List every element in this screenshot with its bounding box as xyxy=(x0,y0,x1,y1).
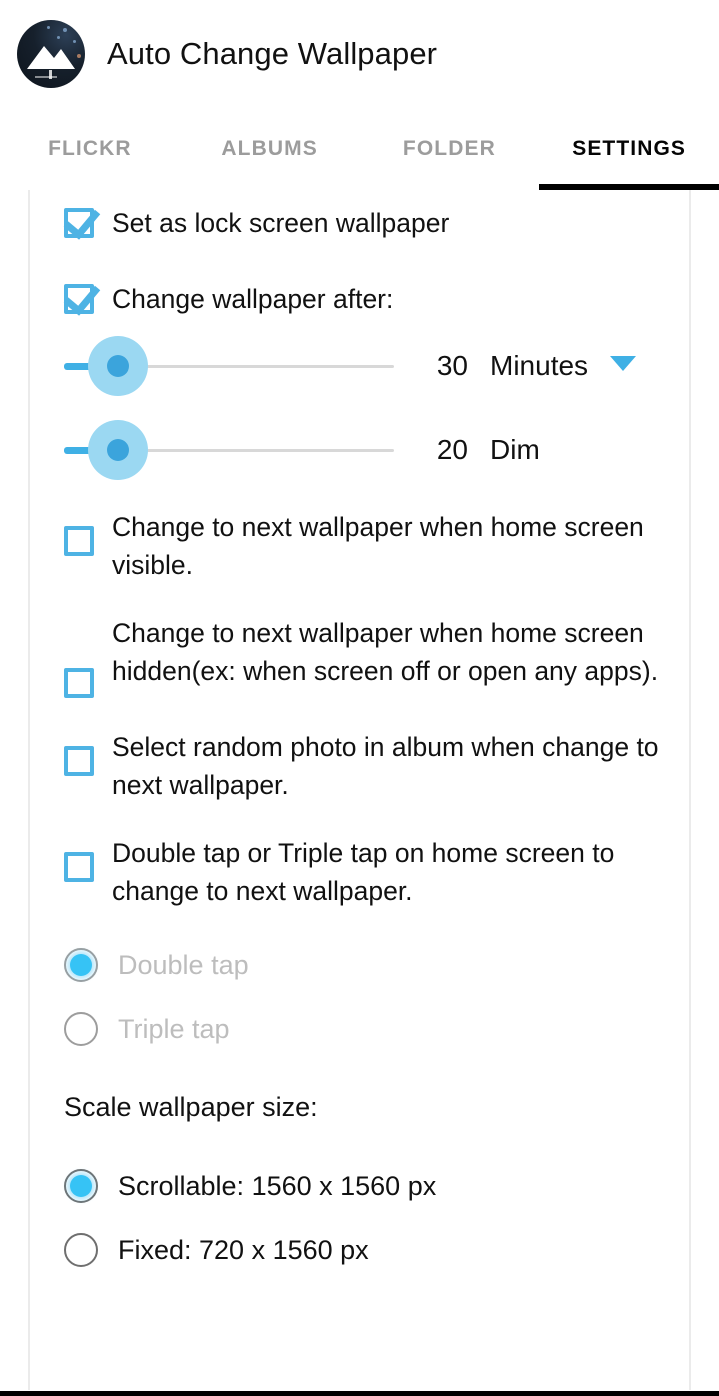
interval-unit-dropdown[interactable]: Minutes xyxy=(490,350,636,382)
interval-slider[interactable] xyxy=(64,334,394,398)
mountain-logo-icon xyxy=(17,20,85,88)
interval-value: 30 xyxy=(436,350,468,381)
radio-fixed-icon[interactable] xyxy=(64,1233,98,1267)
radio-scrollable-row[interactable]: Scrollable: 1560 x 1560 px xyxy=(30,1169,689,1203)
checkbox-home-hidden-icon[interactable] xyxy=(64,668,94,698)
interval-slider-track xyxy=(106,365,394,368)
dim-unit-label: Dim xyxy=(490,434,540,465)
radio-fixed-label: Fixed: 720 x 1560 px xyxy=(118,1234,369,1265)
radio-double-tap-label: Double tap xyxy=(118,949,249,980)
setting-home-hidden[interactable]: Change to next wallpaper when home scree… xyxy=(30,614,689,698)
interval-slider-row[interactable]: 30 Minutes xyxy=(30,334,689,398)
tab-folder[interactable]: FOLDER xyxy=(360,137,540,161)
tab-albums[interactable]: ALBUMS xyxy=(180,137,360,161)
dim-value: 20 xyxy=(436,434,468,465)
app-bar: Auto Change Wallpaper xyxy=(0,0,719,108)
tab-flickr[interactable]: FLICKR xyxy=(0,137,180,161)
radio-triple-tap-label: Triple tap xyxy=(118,1013,230,1044)
dim-slider[interactable] xyxy=(64,418,394,482)
radio-scrollable-icon[interactable] xyxy=(64,1169,98,1203)
checkbox-lock-screen-icon[interactable] xyxy=(64,208,94,238)
setting-change-after-label: Change wallpaper after: xyxy=(112,284,394,314)
setting-home-hidden-label: Change to next wallpaper when home scree… xyxy=(112,618,659,686)
setting-home-visible[interactable]: Change to next wallpaper when home scree… xyxy=(30,508,689,584)
radio-fixed-row[interactable]: Fixed: 720 x 1560 px xyxy=(30,1233,689,1267)
setting-lock-screen-label: Set as lock screen wallpaper xyxy=(112,208,450,238)
tab-settings[interactable]: SETTINGS xyxy=(539,137,719,161)
page-title: Auto Change Wallpaper xyxy=(107,36,438,71)
interval-unit-label: Minutes xyxy=(490,350,589,381)
radio-double-tap-row[interactable]: Double tap xyxy=(30,948,689,982)
checkbox-random-photo-icon[interactable] xyxy=(64,746,94,776)
setting-random-photo-label: Select random photo in album when change… xyxy=(112,732,659,800)
scale-section-title: Scale wallpaper size: xyxy=(64,1092,318,1122)
dim-slider-thumb[interactable] xyxy=(107,439,129,461)
radio-double-tap-icon[interactable] xyxy=(64,948,98,982)
radio-triple-tap-icon[interactable] xyxy=(64,1012,98,1046)
tab-bar: FLICKR ALBUMS FOLDER SETTINGS xyxy=(0,108,719,190)
bottom-divider xyxy=(0,1391,719,1396)
radio-scrollable-label: Scrollable: 1560 x 1560 px xyxy=(118,1170,437,1201)
interval-slider-thumb[interactable] xyxy=(107,355,129,377)
setting-lock-screen-wallpaper[interactable]: Set as lock screen wallpaper xyxy=(30,208,689,238)
setting-multi-tap[interactable]: Double tap or Triple tap on home screen … xyxy=(30,834,689,910)
dim-slider-row[interactable]: 20 Dim xyxy=(30,418,689,482)
setting-random-photo[interactable]: Select random photo in album when change… xyxy=(30,728,689,804)
setting-multi-tap-label: Double tap or Triple tap on home screen … xyxy=(112,838,615,906)
checkbox-home-visible-icon[interactable] xyxy=(64,526,94,556)
radio-triple-tap-row[interactable]: Triple tap xyxy=(30,1012,689,1046)
dim-slider-track xyxy=(106,449,394,452)
settings-panel[interactable]: Set as lock screen wallpaper Change wall… xyxy=(28,190,691,1390)
chevron-down-icon[interactable] xyxy=(609,356,636,371)
setting-change-wallpaper-after[interactable]: Change wallpaper after: xyxy=(30,284,689,314)
checkbox-change-after-icon[interactable] xyxy=(64,284,94,314)
setting-home-visible-label: Change to next wallpaper when home scree… xyxy=(112,512,644,580)
checkbox-multi-tap-icon[interactable] xyxy=(64,852,94,882)
